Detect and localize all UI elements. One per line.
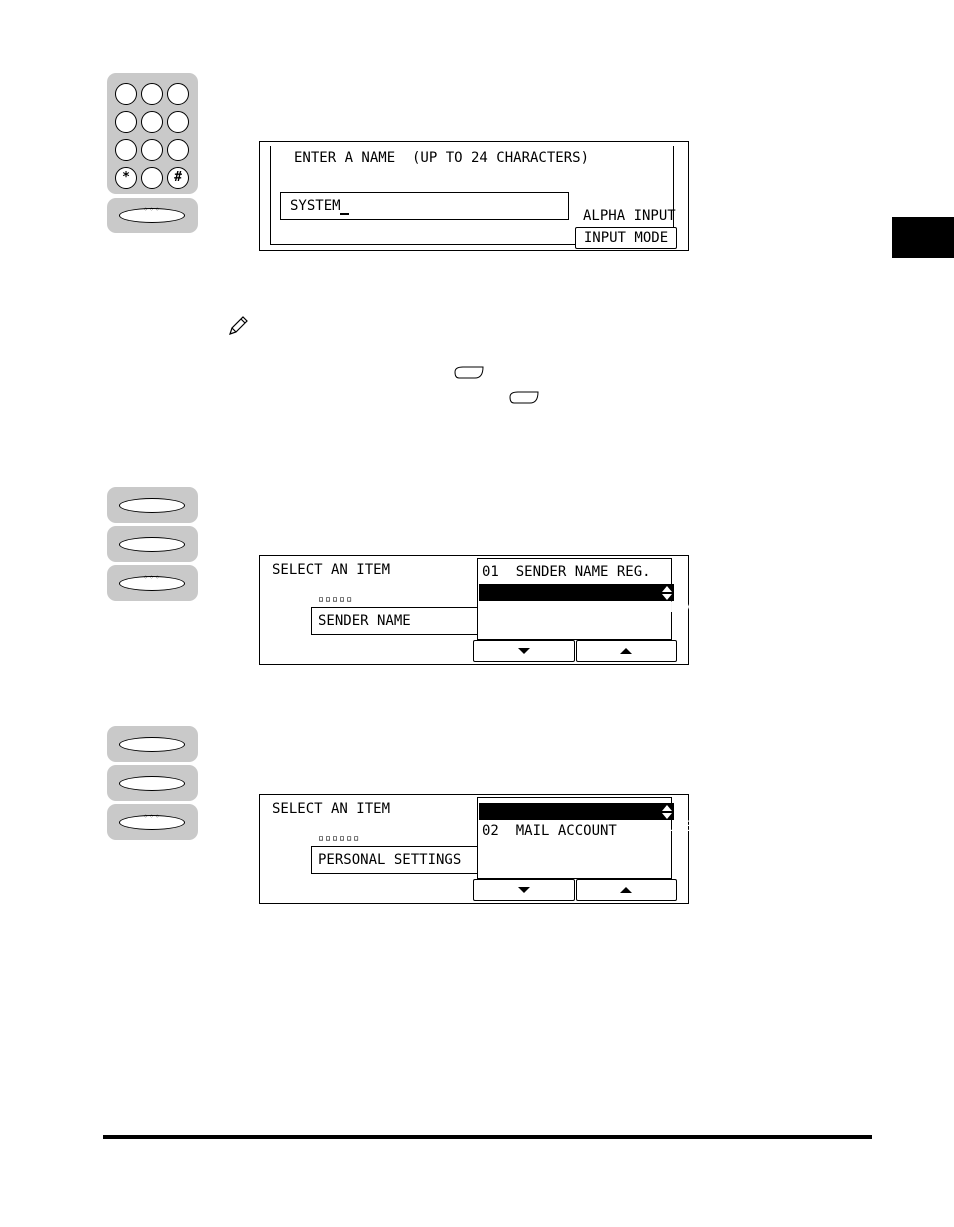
menu-item[interactable]: 02 MAIL ACCOUNT xyxy=(482,823,668,839)
name-input-value: SYSTEM xyxy=(290,198,341,214)
current-menu-label: PERSONAL SETTINGS xyxy=(318,852,462,868)
input-mode-status: ALPHA INPUT xyxy=(583,208,676,224)
key-1[interactable] xyxy=(115,83,137,105)
menu-item-selected[interactable]: 01 SENDER FAX NUMBER xyxy=(479,803,710,835)
key-6[interactable] xyxy=(167,111,189,133)
text-cursor xyxy=(340,213,349,215)
down-arrow-icon xyxy=(518,648,530,654)
screen-heading: SELECT AN ITEM xyxy=(272,562,391,578)
panel-key[interactable] xyxy=(119,737,185,752)
key-7[interactable] xyxy=(115,139,137,161)
up-arrow-icon xyxy=(620,648,632,654)
button-panel-1 xyxy=(107,487,198,523)
pencil-icon xyxy=(226,314,250,338)
key-9[interactable] xyxy=(167,139,189,161)
scroll-down-button[interactable] xyxy=(473,640,575,662)
scroll-up-button[interactable] xyxy=(576,879,677,901)
progress-squares: ▫▫▫▫▫ xyxy=(318,594,354,605)
progress-squares: ▫▫▫▫▫▫ xyxy=(318,833,361,844)
button-panel-3: ◦◦◦ xyxy=(107,565,198,601)
name-input-field[interactable]: SYSTEM xyxy=(280,192,569,220)
key-3[interactable] xyxy=(167,83,189,105)
menu-list: 01 SENDER NAME REG. 02 PERSONAL SETTINGS xyxy=(477,558,710,640)
current-menu-label-box: SENDER NAME xyxy=(311,607,480,635)
key-glyph-icon xyxy=(453,364,485,379)
key-2[interactable] xyxy=(141,83,163,105)
key-8[interactable] xyxy=(141,139,163,161)
scroll-down-button[interactable] xyxy=(473,879,575,901)
screen-heading: SELECT AN ITEM xyxy=(272,801,391,817)
lcd-enter-name: ENTER A NAME (UP TO 24 CHARACTERS) SYSTE… xyxy=(259,141,689,251)
enter-name-prompt: ENTER A NAME (UP TO 24 CHARACTERS) xyxy=(294,150,590,166)
current-menu-label-box: PERSONAL SETTINGS xyxy=(311,846,480,874)
up-down-arrows-icon xyxy=(661,586,673,600)
menu-item[interactable]: 01 SENDER NAME REG. xyxy=(482,564,668,580)
ok-key[interactable]: ◦◦◦ xyxy=(119,573,185,591)
scroll-up-button[interactable] xyxy=(576,640,677,662)
button-panel-4 xyxy=(107,726,198,762)
key-0[interactable] xyxy=(141,167,163,189)
key-5[interactable] xyxy=(141,111,163,133)
lcd-select-personal-settings: SELECT AN ITEM ▫▫▫▫▫▫ PERSONAL SETTINGS … xyxy=(259,794,710,904)
button-panel-2 xyxy=(107,526,198,562)
up-down-arrows-icon xyxy=(661,805,673,819)
keypad-panel: * # xyxy=(107,73,198,194)
ok-key[interactable]: ◦◦◦ xyxy=(119,205,185,223)
button-panel-6: ◦◦◦ xyxy=(107,804,198,840)
key-star[interactable]: * xyxy=(115,167,137,189)
input-mode-button[interactable]: INPUT MODE xyxy=(575,227,677,249)
input-mode-button-label: INPUT MODE xyxy=(583,230,669,246)
ok-key-panel: ◦◦◦ xyxy=(107,198,198,233)
key-hash[interactable]: # xyxy=(167,167,189,189)
panel-key[interactable] xyxy=(119,498,185,513)
up-arrow-icon xyxy=(620,887,632,893)
lcd-select-sender-name: SELECT AN ITEM ▫▫▫▫▫ SENDER NAME 01 SEND… xyxy=(259,555,710,665)
panel-key[interactable] xyxy=(119,776,185,791)
button-panel-5 xyxy=(107,765,198,801)
key-4[interactable] xyxy=(115,111,137,133)
footer-rule xyxy=(103,1135,872,1139)
menu-item-selected[interactable]: 02 PERSONAL SETTINGS xyxy=(479,584,710,616)
down-arrow-icon xyxy=(518,887,530,893)
panel-key[interactable] xyxy=(119,537,185,552)
chapter-tab xyxy=(892,217,954,258)
key-glyph-icon xyxy=(508,389,540,404)
current-menu-label: SENDER NAME xyxy=(318,613,411,629)
menu-item-selected-label: 02 PERSONAL SETTINGS xyxy=(532,600,710,616)
ok-key[interactable]: ◦◦◦ xyxy=(119,812,185,830)
menu-list: 01 SENDER FAX NUMBER 02 MAIL ACCOUNT xyxy=(477,797,710,879)
